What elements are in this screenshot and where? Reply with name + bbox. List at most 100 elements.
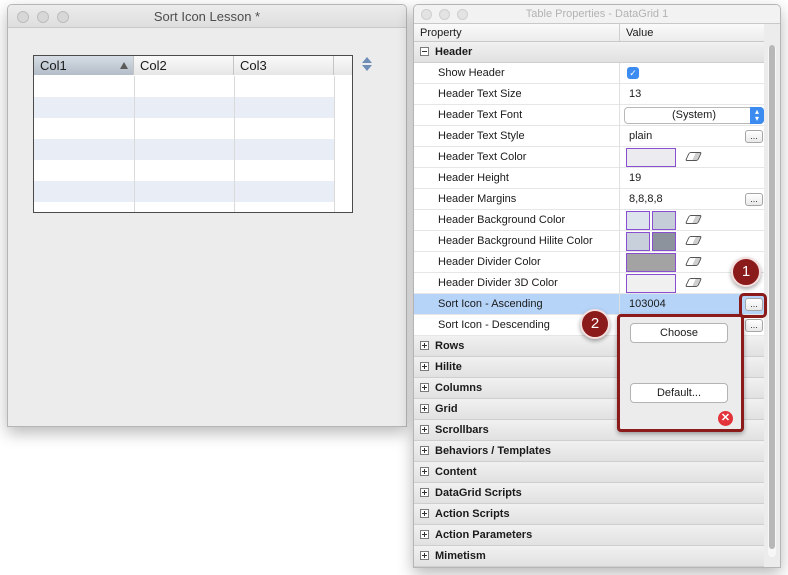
column-divider <box>134 76 135 212</box>
group-label: Scrollbars <box>435 424 489 436</box>
expand-icon[interactable] <box>420 425 429 434</box>
eraser-icon[interactable] <box>684 152 703 161</box>
expand-icon[interactable] <box>420 362 429 371</box>
property-column-header[interactable]: Property <box>414 24 620 41</box>
eraser-icon[interactable] <box>684 257 703 266</box>
column-header-label: Col1 <box>40 58 67 73</box>
sort-icon-lesson-window: Sort Icon Lesson * Col1 Col2 Col3 <box>7 4 407 427</box>
prop-header-margins[interactable]: Header Margins 8,8,8,8 ... <box>414 189 764 210</box>
value-column-header[interactable]: Value <box>620 24 764 41</box>
header-text-color-swatch[interactable] <box>626 148 676 167</box>
table-row[interactable] <box>34 118 334 139</box>
header-divider-color-swatch[interactable] <box>626 253 676 272</box>
prop-header-background-color[interactable]: Header Background Color <box>414 210 764 231</box>
updown-chevron-icon: ▴ ▾ <box>750 107 764 124</box>
header-hilite-color-swatch-1[interactable] <box>626 232 650 251</box>
prop-header-text-style[interactable]: Header Text Style plain ... <box>414 126 764 147</box>
eraser-icon[interactable] <box>684 278 703 287</box>
callout-badge-2: 2 <box>580 309 610 339</box>
group-behaviors-templates[interactable]: Behaviors / Templates <box>414 441 764 462</box>
expand-icon[interactable] <box>420 551 429 560</box>
group-action-parameters[interactable]: Action Parameters <box>414 525 764 546</box>
group-header[interactable]: Header <box>414 42 764 63</box>
prop-header-text-font[interactable]: Header Text Font (System) ▴ ▾ <box>414 105 764 126</box>
property-label: Header Text Color <box>438 151 527 163</box>
property-list: Header Show Header ✓ Header Text Size 13… <box>414 42 764 567</box>
group-action-scripts[interactable]: Action Scripts <box>414 504 764 525</box>
column-header-label: Col3 <box>240 58 267 73</box>
group-label: Columns <box>435 382 483 394</box>
header-bg-color-swatch-1[interactable] <box>626 211 650 230</box>
default-button[interactable]: Default... <box>630 383 728 403</box>
select-value: (System) <box>672 109 716 121</box>
group-label: Grid <box>435 403 458 415</box>
group-label: Action Parameters <box>435 529 533 541</box>
group-label: Hilite <box>435 361 462 373</box>
group-datagrid-scripts[interactable]: DataGrid Scripts <box>414 483 764 504</box>
table-row[interactable] <box>34 97 334 118</box>
group-label: Rows <box>435 340 465 352</box>
callout-highlight-box <box>739 293 767 318</box>
property-label: Header Background Hilite Color <box>438 235 593 247</box>
expand-icon[interactable] <box>420 404 429 413</box>
eraser-icon[interactable] <box>684 236 703 245</box>
grid-header: Col1 Col2 Col3 <box>34 56 352 75</box>
header-text-font-select[interactable]: (System) ▴ ▾ <box>624 107 764 124</box>
sort-icon-descending-edit-button[interactable]: ... <box>745 319 763 332</box>
property-label: Sort Icon - Ascending <box>438 298 543 310</box>
group-mimetism[interactable]: Mimetism <box>414 546 764 567</box>
arrow-up-icon <box>362 57 372 63</box>
column-header-col1[interactable]: Col1 <box>34 56 134 75</box>
column-header-col2[interactable]: Col2 <box>134 56 234 75</box>
prop-header-text-size[interactable]: Header Text Size 13 <box>414 84 764 105</box>
expand-icon[interactable] <box>420 341 429 350</box>
sort-toggle-icon[interactable] <box>361 56 373 72</box>
header-text-size-value[interactable]: 13 <box>629 84 641 105</box>
callout-badge-1: 1 <box>731 257 761 287</box>
expand-icon[interactable] <box>420 467 429 476</box>
table-properties-window: Table Properties - DataGrid 1 Property V… <box>413 4 781 568</box>
column-header-label: Col2 <box>140 58 167 73</box>
eraser-icon[interactable] <box>684 215 703 224</box>
expand-icon[interactable] <box>420 509 429 518</box>
prop-header-divider-3d-color[interactable]: Header Divider 3D Color <box>414 273 764 294</box>
expand-icon[interactable] <box>420 530 429 539</box>
header-margins-edit-button[interactable]: ... <box>745 193 763 206</box>
prop-header-background-hilite-color[interactable]: Header Background Hilite Color <box>414 231 764 252</box>
property-list-scrollbar[interactable] <box>768 45 776 557</box>
table-row[interactable] <box>34 139 334 160</box>
scrollbar-thumb[interactable] <box>769 45 775 549</box>
property-label: Header Text Font <box>438 109 523 121</box>
expand-icon[interactable] <box>420 488 429 497</box>
property-label: Show Header <box>438 67 505 79</box>
group-label: Behaviors / Templates <box>435 445 551 457</box>
header-bg-color-swatch-2[interactable] <box>652 211 676 230</box>
prop-header-text-color[interactable]: Header Text Color <box>414 147 764 168</box>
header-hilite-color-swatch-2[interactable] <box>652 232 676 251</box>
property-label: Header Background Color <box>438 214 566 226</box>
left-titlebar: Sort Icon Lesson * <box>8 5 406 28</box>
header-divider-3d-color-swatch[interactable] <box>626 274 676 293</box>
table-row[interactable] <box>34 160 334 181</box>
prop-header-divider-color[interactable]: Header Divider Color <box>414 252 764 273</box>
header-text-style-edit-button[interactable]: ... <box>745 130 763 143</box>
show-header-checkbox[interactable]: ✓ <box>627 67 639 79</box>
column-header-col3[interactable]: Col3 <box>234 56 334 75</box>
expand-icon[interactable] <box>420 446 429 455</box>
collapse-icon[interactable] <box>420 47 429 56</box>
group-content[interactable]: Content <box>414 462 764 483</box>
prop-header-height[interactable]: Header Height 19 <box>414 168 764 189</box>
header-margins-value[interactable]: 8,8,8,8 <box>629 189 663 210</box>
column-divider <box>334 76 335 212</box>
datagrid[interactable]: Col1 Col2 Col3 <box>33 55 353 213</box>
table-row[interactable] <box>34 181 334 202</box>
choose-button[interactable]: Choose <box>630 323 728 343</box>
property-table-header: Property Value <box>414 24 764 42</box>
column-header-filler <box>334 56 352 75</box>
expand-icon[interactable] <box>420 383 429 392</box>
prop-show-header[interactable]: Show Header ✓ <box>414 63 764 84</box>
close-icon[interactable]: ✕ <box>718 411 733 426</box>
header-height-value[interactable]: 19 <box>629 168 641 189</box>
sort-icon-ascending-value[interactable]: 103004 <box>629 294 666 315</box>
table-row[interactable] <box>34 76 334 97</box>
